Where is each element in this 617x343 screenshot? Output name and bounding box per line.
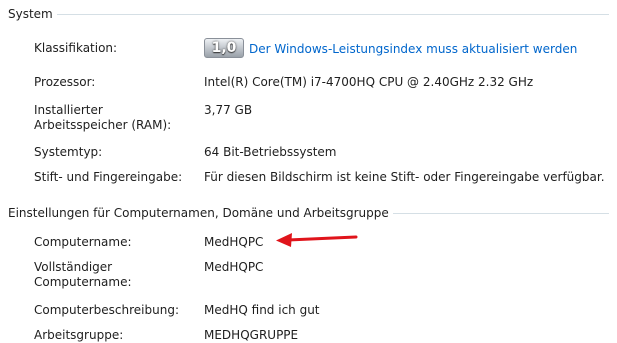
processor-value: Intel(R) Core(TM) i7-4700HQ CPU @ 2.40GH… [204, 75, 534, 89]
computer-name-group-divider [392, 213, 609, 214]
processor-label: Prozessor: [34, 75, 96, 89]
system-group-divider [56, 14, 609, 15]
computer-name-label: Computername: [34, 235, 132, 249]
workgroup-value: MEDHQGRUPPE [204, 328, 299, 342]
computer-name-value: MedHQPC [204, 235, 264, 249]
computer-description-value: MedHQ find ich gut [204, 303, 320, 317]
ram-value: 3,77 GB [204, 103, 253, 117]
pen-input-value: Für diesen Bildschirm ist keine Stift- o… [204, 170, 605, 184]
pen-input-label: Stift- und Fingereingabe: [34, 170, 183, 184]
system-type-label: Systemtyp: [34, 145, 103, 159]
computer-name-group-title: Einstellungen für Computernamen, Domäne … [8, 206, 389, 220]
system-group-title: System [8, 7, 53, 21]
performance-score-badge: 1,0 [204, 38, 244, 58]
red-arrow-annotation-icon [276, 233, 358, 247]
full-computer-name-value: MedHQPC [204, 260, 264, 274]
workgroup-label: Arbeitsgruppe: [34, 328, 124, 342]
system-type-value: 64 Bit-Betriebssystem [204, 145, 337, 159]
computer-name-group-header: Einstellungen für Computernamen, Domäne … [8, 205, 609, 221]
system-group-header: System [8, 6, 609, 22]
computer-description-label: Computerbeschreibung: [34, 303, 179, 317]
classification-label: Klassifikation: [34, 41, 118, 55]
ram-label: Installierter Arbeitsspeicher (RAM): [34, 103, 172, 132]
full-computer-name-label: Vollständiger Computername: [34, 260, 132, 289]
performance-index-link[interactable]: Der Windows-Leistungsindex muss aktualis… [249, 42, 577, 56]
